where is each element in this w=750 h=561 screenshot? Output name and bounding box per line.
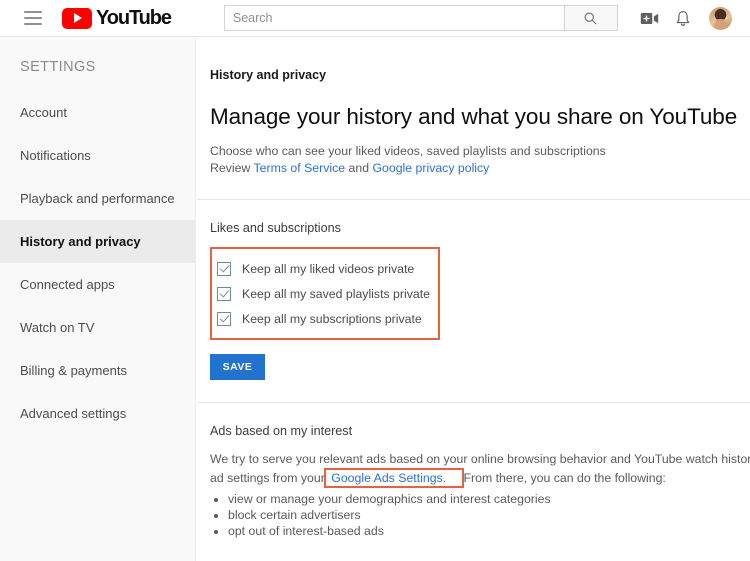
sidebar-item-notifications[interactable]: Notifications (0, 134, 195, 177)
sidebar-item-watch-on-tv[interactable]: Watch on TV (0, 306, 195, 349)
play-triangle (74, 13, 82, 23)
sidebar-item-label: Playback and performance (20, 191, 175, 206)
sidebar-item-playback-and-performance[interactable]: Playback and performance (0, 177, 195, 220)
sidebar-item-label: Account (20, 105, 67, 120)
checkbox-checked-icon[interactable] (217, 262, 231, 276)
likes-section-heading: Likes and subscriptions (197, 200, 750, 235)
hamburger-menu-icon[interactable] (24, 11, 42, 25)
sidebar-item-billing-and-payments[interactable]: Billing & payments (0, 349, 195, 392)
hamburger-line (24, 17, 42, 19)
ads-section-heading: Ads based on my interest (197, 403, 750, 438)
google-ads-settings-link[interactable]: Google Ads Settings. (331, 471, 446, 485)
search-button[interactable] (564, 5, 618, 31)
sidebar-title: SETTINGS (0, 37, 195, 75)
ads-paragraph-after-link: From there, you can do the following: (460, 471, 666, 485)
checkbox-label: Keep all my liked videos private (242, 262, 414, 276)
google-privacy-policy-link[interactable]: Google privacy policy (372, 161, 489, 175)
settings-sidebar: SETTINGS Account Notifications Playback … (0, 37, 196, 561)
sidebar-item-label: Advanced settings (20, 406, 126, 421)
terms-of-service-link[interactable]: Terms of Service (254, 161, 346, 175)
search-input[interactable] (224, 5, 564, 31)
hamburger-line (24, 11, 42, 13)
checkbox-checked-icon[interactable] (217, 287, 231, 301)
checkbox-row-subscriptions[interactable]: Keep all my subscriptions private (217, 306, 430, 331)
avatar[interactable] (709, 7, 732, 30)
intro-and: and (345, 161, 372, 175)
google-ads-settings-link-annotation: Google Ads Settings. (324, 468, 464, 488)
checkbox-row-saved-playlists[interactable]: Keep all my saved playlists private (217, 281, 430, 306)
ads-capability-list: view or manage your demographics and int… (197, 491, 750, 539)
checkbox-checked-icon[interactable] (217, 312, 231, 326)
page-title: Manage your history and what you share o… (197, 82, 750, 130)
youtube-logo[interactable]: YouTube (62, 7, 171, 30)
sidebar-item-connected-apps[interactable]: Connected apps (0, 263, 195, 306)
intro-text: Choose who can see your liked videos, sa… (197, 130, 750, 177)
footer-note: Please note that YouTube is a Google com… (197, 539, 750, 561)
settings-main-content: History and privacy Manage your history … (197, 37, 750, 561)
search-bar (224, 5, 618, 31)
hamburger-line (24, 23, 42, 25)
sidebar-item-advanced-settings[interactable]: Advanced settings (0, 392, 195, 435)
sidebar-item-label: History and privacy (20, 234, 141, 249)
sidebar-item-label: Connected apps (20, 277, 115, 292)
bell-icon (675, 10, 691, 27)
checkbox-row-liked-videos[interactable]: Keep all my liked videos private (217, 256, 430, 281)
create-video-button[interactable] (632, 3, 666, 33)
list-item: opt out of interest-based ads (228, 523, 750, 539)
breadcrumb: History and privacy (197, 37, 750, 82)
sidebar-nav-list: Account Notifications Playback and perfo… (0, 91, 195, 435)
list-item: view or manage your demographics and int… (228, 491, 750, 507)
checkbox-label: Keep all my subscriptions private (242, 312, 422, 326)
checkbox-label: Keep all my saved playlists private (242, 287, 430, 301)
top-header-bar: YouTube (0, 0, 750, 37)
intro-line-1: Choose who can see your liked videos, sa… (210, 144, 606, 158)
header-actions (632, 3, 732, 33)
youtube-wordmark: YouTube (96, 7, 171, 30)
sidebar-item-history-and-privacy[interactable]: History and privacy (0, 220, 195, 263)
sidebar-item-label: Watch on TV (20, 320, 94, 335)
sidebar-item-label: Notifications (20, 148, 91, 163)
ads-paragraph: We try to serve you relevant ads based o… (197, 438, 750, 488)
sidebar-item-account[interactable]: Account (0, 91, 195, 134)
video-camera-plus-icon (640, 11, 659, 26)
sidebar-item-label: Billing & payments (20, 363, 127, 378)
save-button[interactable]: SAVE (210, 354, 265, 380)
youtube-play-icon (62, 8, 92, 29)
search-icon (583, 11, 598, 26)
intro-review-prefix: Review (210, 161, 254, 175)
notifications-button[interactable] (666, 3, 700, 33)
privacy-checkbox-group-annotation: Keep all my liked videos private Keep al… (210, 247, 440, 340)
list-item: block certain advertisers (228, 507, 750, 523)
